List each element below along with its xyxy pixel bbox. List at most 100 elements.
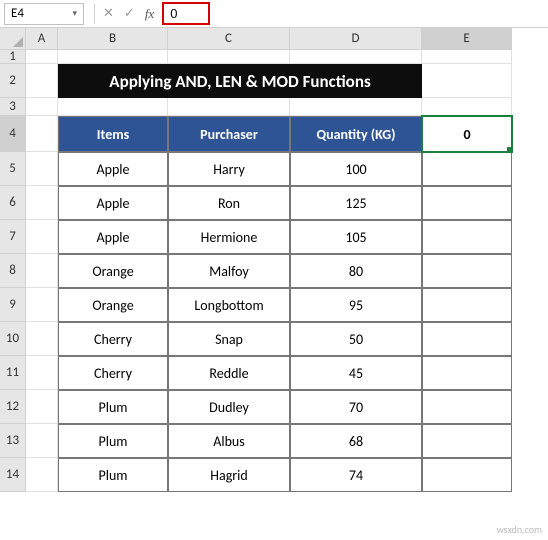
table-cell[interactable]: 105 — [290, 220, 422, 254]
table-header-quantity[interactable]: Quantity (KG) — [290, 116, 422, 152]
table-cell[interactable] — [422, 152, 512, 186]
select-all-corner[interactable] — [0, 28, 26, 50]
table-cell[interactable]: 68 — [290, 424, 422, 458]
left-gutter: 1 2 3 4 5 6 7 8 9 10 11 12 13 14 — [0, 28, 26, 540]
table-cell[interactable]: 70 — [290, 390, 422, 424]
table-cell[interactable] — [422, 220, 512, 254]
cell[interactable] — [26, 152, 58, 186]
col-header[interactable]: E — [422, 28, 512, 50]
page-title: Applying AND, LEN & MOD Functions — [109, 71, 370, 92]
title-cell[interactable]: Applying AND, LEN & MOD Functions — [58, 64, 422, 98]
table-cell[interactable] — [422, 254, 512, 288]
cell[interactable] — [422, 64, 512, 98]
cell[interactable] — [58, 98, 168, 116]
formula-input[interactable] — [166, 4, 206, 23]
row-header[interactable]: 4 — [0, 116, 26, 152]
table-cell[interactable]: 45 — [290, 356, 422, 390]
fx-icon[interactable]: fx — [145, 6, 154, 22]
table-header-items[interactable]: Items — [58, 116, 168, 152]
table-cell[interactable]: 100 — [290, 152, 422, 186]
table-cell[interactable]: Orange — [58, 288, 168, 322]
cell[interactable] — [26, 356, 58, 390]
cell[interactable] — [26, 186, 58, 220]
confirm-icon[interactable]: ✓ — [124, 6, 135, 21]
table-cell[interactable] — [422, 424, 512, 458]
cell[interactable] — [26, 220, 58, 254]
cell[interactable] — [26, 116, 58, 152]
selected-cell[interactable]: 0 — [422, 116, 512, 152]
col-header[interactable]: C — [168, 28, 290, 50]
cell[interactable] — [26, 458, 58, 492]
table-cell[interactable]: 74 — [290, 458, 422, 492]
cell[interactable] — [26, 98, 58, 116]
cell[interactable] — [58, 50, 168, 64]
cell[interactable] — [168, 50, 290, 64]
cell[interactable] — [26, 64, 58, 98]
col-header[interactable]: D — [290, 28, 422, 50]
row-header[interactable]: 2 — [0, 64, 26, 98]
row-header[interactable]: 14 — [0, 458, 26, 492]
table-cell[interactable]: Orange — [58, 254, 168, 288]
table-cell[interactable]: Hagrid — [168, 458, 290, 492]
table-cell[interactable] — [422, 458, 512, 492]
table-cell[interactable]: Cherry — [58, 322, 168, 356]
spreadsheet-grid[interactable]: 1 2 3 4 5 6 7 8 9 10 11 12 13 14 A B C — [0, 28, 548, 540]
cell[interactable] — [290, 98, 422, 116]
row-header[interactable]: 9 — [0, 288, 26, 322]
cell[interactable] — [26, 390, 58, 424]
table-cell[interactable]: Reddle — [168, 356, 290, 390]
table-cell[interactable]: Cherry — [58, 356, 168, 390]
table-cell[interactable]: 80 — [290, 254, 422, 288]
table-cell[interactable]: Harry — [168, 152, 290, 186]
table-cell[interactable]: 125 — [290, 186, 422, 220]
row-header[interactable]: 7 — [0, 220, 26, 254]
cell[interactable] — [26, 322, 58, 356]
table-cell[interactable]: Plum — [58, 390, 168, 424]
table-cell[interactable]: Apple — [58, 186, 168, 220]
table-cell[interactable]: Hermione — [168, 220, 290, 254]
row-header[interactable]: 12 — [0, 390, 26, 424]
cell[interactable] — [26, 424, 58, 458]
table-cell[interactable] — [422, 356, 512, 390]
row-header[interactable]: 5 — [0, 152, 26, 186]
table-cell[interactable]: Longbottom — [168, 288, 290, 322]
table-cell[interactable]: 95 — [290, 288, 422, 322]
chevron-down-icon[interactable]: ▾ — [72, 8, 77, 19]
cell[interactable] — [422, 50, 512, 64]
cell[interactable] — [26, 288, 58, 322]
row-header[interactable]: 13 — [0, 424, 26, 458]
col-header[interactable]: B — [58, 28, 168, 50]
table-cell[interactable]: Dudley — [168, 390, 290, 424]
name-box[interactable]: E4 ▾ — [4, 3, 84, 25]
col-header[interactable]: A — [26, 28, 58, 50]
row-header[interactable]: 8 — [0, 254, 26, 288]
table-cell[interactable]: Malfoy — [168, 254, 290, 288]
cancel-icon[interactable]: ✕ — [103, 6, 114, 21]
table-cell[interactable]: Plum — [58, 424, 168, 458]
row-header[interactable]: 1 — [0, 50, 26, 64]
row-header[interactable]: 3 — [0, 98, 26, 116]
cell[interactable] — [26, 254, 58, 288]
cell[interactable] — [26, 50, 58, 64]
table-header-purchaser[interactable]: Purchaser — [168, 116, 290, 152]
table-cell[interactable]: Apple — [58, 220, 168, 254]
table-cell[interactable]: 50 — [290, 322, 422, 356]
row-headers: 1 2 3 4 5 6 7 8 9 10 11 12 13 14 — [0, 50, 26, 492]
separator — [94, 4, 95, 24]
row-header[interactable]: 11 — [0, 356, 26, 390]
table-cell[interactable]: Albus — [168, 424, 290, 458]
table-cell[interactable] — [422, 390, 512, 424]
table-cell[interactable] — [422, 322, 512, 356]
table-cell[interactable] — [422, 288, 512, 322]
table-cell[interactable]: Plum — [58, 458, 168, 492]
cell[interactable] — [290, 50, 422, 64]
table-cell[interactable] — [422, 186, 512, 220]
table-cell[interactable]: Snap — [168, 322, 290, 356]
cell[interactable] — [422, 98, 512, 116]
table-cell[interactable]: Ron — [168, 186, 290, 220]
row-header[interactable]: 6 — [0, 186, 26, 220]
table-cell[interactable]: Apple — [58, 152, 168, 186]
row-header[interactable]: 10 — [0, 322, 26, 356]
cell[interactable] — [168, 98, 290, 116]
highlight-box — [162, 2, 210, 25]
